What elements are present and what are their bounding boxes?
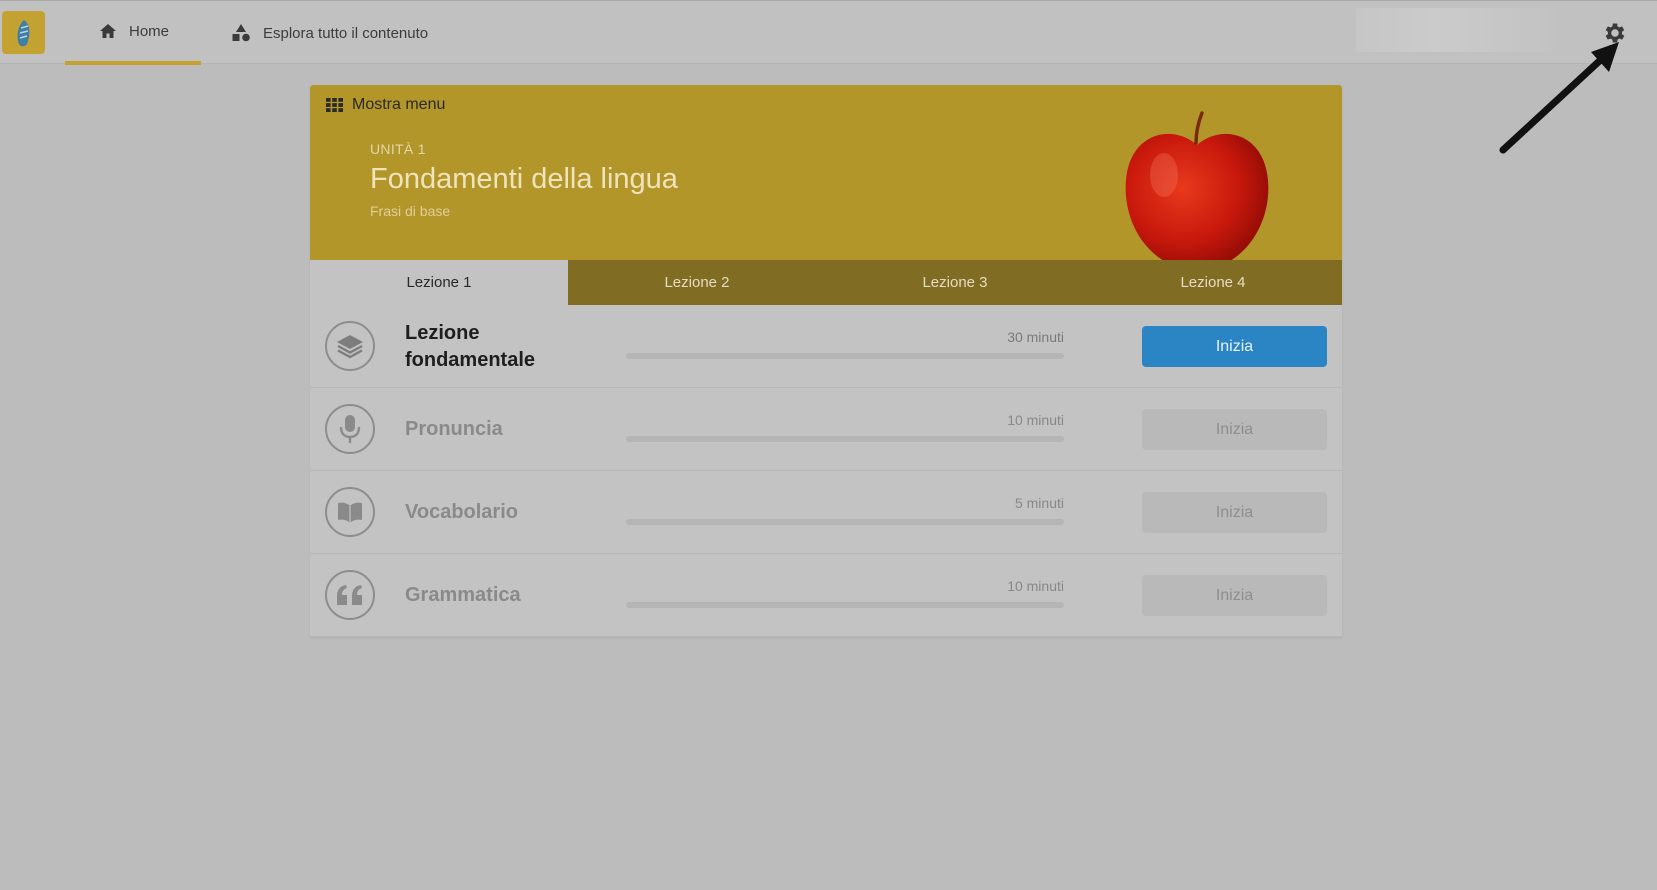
home-icon [100, 24, 116, 38]
lesson-progress-bar [626, 436, 1064, 442]
lesson-list: Lezione fondamentale 30 minuti Inizia Pr… [310, 305, 1342, 637]
book-icon [338, 502, 362, 523]
unit-title: Fondamenti della lingua [370, 163, 678, 195]
lesson-progress-bar [626, 353, 1064, 359]
quote-icon-circle [325, 570, 375, 620]
grid-icon [326, 98, 343, 112]
start-button[interactable]: Inizia [1142, 326, 1327, 367]
lesson-duration: 30 minuti [1007, 329, 1064, 345]
microphone-icon-circle [325, 404, 375, 454]
unit-card: Mostra menu UNITÀ 1 Fondamenti della lin… [310, 85, 1342, 637]
lesson-row-grammar: Grammatica 10 minuti Inizia [310, 554, 1342, 637]
lesson-row-vocabulary: Vocabolario 5 minuti Inizia [310, 471, 1342, 554]
unit-number: UNITÀ 1 [370, 141, 426, 157]
layers-icon-circle [325, 321, 375, 371]
nav-home-label: Home [129, 22, 170, 40]
lesson-title: Pronuncia [405, 418, 503, 440]
tab-lesson-3[interactable]: Lezione 3 [826, 260, 1084, 305]
tab-lesson-1[interactable]: Lezione 1 [310, 260, 568, 305]
shapes-icon [232, 24, 250, 42]
start-button[interactable]: Inizia [1142, 492, 1327, 533]
annotation-arrow [1499, 42, 1619, 154]
lesson-row-pronunciation: Pronuncia 10 minuti Inizia [310, 388, 1342, 471]
lesson-tabs: Lezione 1 Lezione 2 Lezione 3 Lezione 4 [310, 260, 1342, 305]
start-button[interactable]: Inizia [1142, 575, 1327, 616]
unit-subtitle: Frasi di base [370, 203, 451, 219]
lesson-duration: 10 minuti [1007, 412, 1064, 428]
book-icon-circle [325, 487, 375, 537]
show-menu-button[interactable]: Mostra menu [326, 96, 445, 114]
show-menu-label: Mostra menu [352, 96, 446, 113]
nav-explore-label: Esplora tutto il contenuto [263, 24, 429, 42]
top-bar: Home Esplora tutto il contenuto [0, 0, 1657, 65]
microphone-icon [339, 415, 361, 443]
start-button[interactable]: Inizia [1142, 409, 1327, 450]
lesson-title: Grammatica [405, 584, 521, 606]
lesson-title: Lezione fondamentale [405, 321, 536, 371]
rosetta-logo-icon [17, 19, 29, 46]
nav-explore[interactable]: Esplora tutto il contenuto [231, 1, 428, 65]
lesson-progress-bar [626, 602, 1064, 608]
unit-banner: Mostra menu UNITÀ 1 Fondamenti della lin… [310, 85, 1342, 260]
logo[interactable] [2, 11, 45, 54]
tab-lesson-2[interactable]: Lezione 2 [568, 260, 826, 305]
quote-icon [337, 585, 362, 605]
lesson-duration: 5 minuti [1014, 495, 1064, 511]
tab-lesson-4[interactable]: Lezione 4 [1084, 260, 1342, 305]
apple-image [1125, 111, 1269, 260]
lesson-progress-bar [626, 519, 1064, 525]
lesson-title: Vocabolario [405, 501, 518, 523]
lesson-duration: 10 minuti [1007, 578, 1064, 594]
nav-home[interactable]: Home [65, 1, 201, 65]
lesson-row-core: Lezione fondamentale 30 minuti Inizia [310, 305, 1342, 388]
layers-icon [337, 335, 363, 359]
